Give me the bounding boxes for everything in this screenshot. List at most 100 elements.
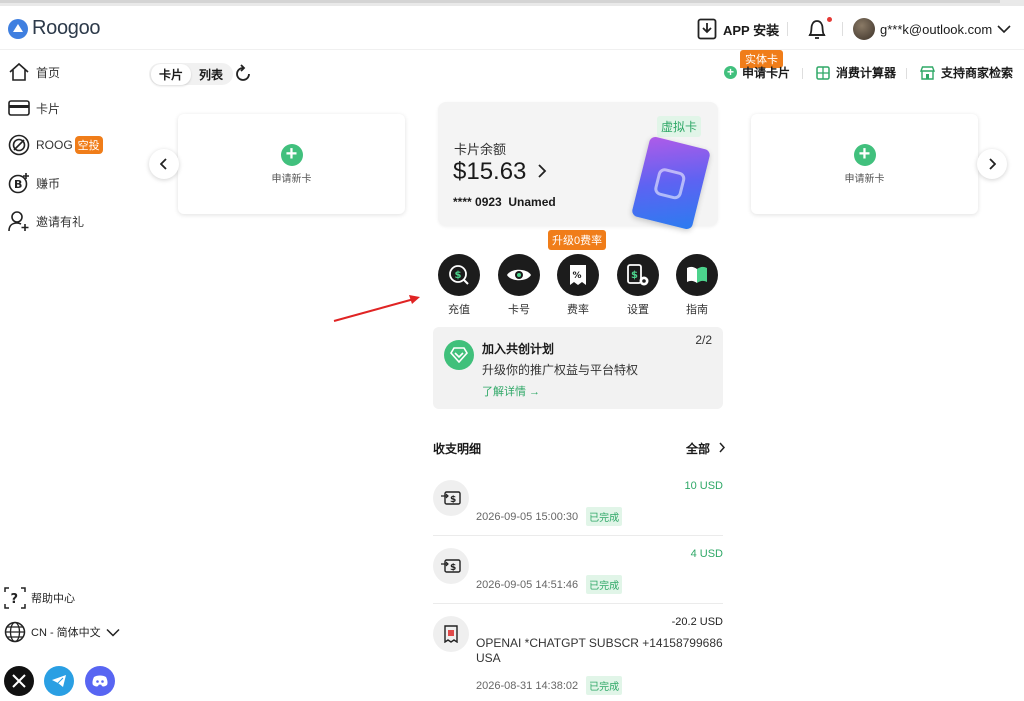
- transactions-title: 收支明细: [433, 442, 482, 456]
- co-creation-promo[interactable]: 加入共创计划 升级你的推广权益与平台特权 了解详情 → 2/2: [433, 327, 723, 409]
- settings-label: 设置: [627, 304, 649, 316]
- carousel-prev-button[interactable]: [149, 149, 179, 179]
- plus-icon: +: [853, 143, 876, 166]
- roogoo-logo[interactable]: Roogoo: [7, 17, 101, 40]
- apply-card-button[interactable]: + 申请卡片: [724, 64, 790, 81]
- transaction-amount: -20.2 USD: [671, 616, 723, 628]
- apply-card-label: 申请卡片: [742, 66, 791, 80]
- refresh-button[interactable]: [233, 64, 253, 89]
- sidebar-item-invite[interactable]: 邀请有礼: [8, 210, 84, 232]
- book-icon: [676, 254, 718, 296]
- promo-subtitle: 升级你的推广权益与平台特权: [482, 363, 639, 377]
- toggle-card-view[interactable]: 卡片: [151, 63, 192, 85]
- balance-label: 卡片余额: [454, 142, 507, 157]
- chevron-right-icon: [538, 164, 547, 178]
- carousel-next-button[interactable]: [977, 149, 1007, 179]
- help-center-link[interactable]: ? 帮助中心: [4, 587, 75, 609]
- rate-button[interactable]: % 费率: [556, 254, 600, 317]
- sidebar-item-label: 卡片: [36, 101, 61, 116]
- status-badge: 已完成: [586, 676, 623, 695]
- app-install-label: APP 安装: [723, 22, 780, 38]
- top-header: Roogoo APP 安装 g***k@outlook.com: [0, 6, 1024, 50]
- language-selector[interactable]: CN - 简体中文: [4, 621, 120, 643]
- transaction-meta: 2026-09-05 15:00:30 已完成: [476, 507, 623, 526]
- sidebar-item-label: ROOG: [36, 138, 73, 152]
- receipt-icon: [433, 616, 469, 652]
- eye-icon: [498, 254, 540, 296]
- avatar: [853, 18, 875, 40]
- transaction-row[interactable]: -20.2 USD OPENAI *CHATGPT SUBSCR +141587…: [433, 614, 723, 695]
- telegram-link[interactable]: [44, 666, 74, 696]
- action-divider: [802, 68, 803, 79]
- rate-icon: %: [557, 254, 599, 296]
- header-divider: [842, 22, 843, 36]
- toggle-list-view[interactable]: 列表: [191, 64, 231, 85]
- chevron-right-icon: [719, 442, 726, 453]
- transaction-date: 2026-09-05 14:51:46: [476, 578, 579, 591]
- user-email: g***k@outlook.com: [880, 21, 993, 37]
- card-icon: [8, 97, 30, 119]
- calculator-button[interactable]: 消费计算器: [816, 64, 896, 81]
- transaction-description: OPENAI *CHATGPT SUBSCR +14158799686 USA: [476, 636, 723, 665]
- airdrop-badge: 空投: [74, 136, 103, 154]
- transactions-all-label: 全部: [686, 442, 711, 456]
- diamond-heart-icon: [444, 340, 474, 370]
- svg-text:?: ?: [11, 592, 19, 607]
- card-number-button[interactable]: 卡号: [497, 254, 541, 317]
- x-logo-icon: [12, 674, 26, 688]
- settings-button[interactable]: $ 设置: [616, 254, 660, 317]
- transaction-date: 2026-09-05 15:00:30: [476, 510, 579, 523]
- promo-learn-more-link[interactable]: 了解详情 →: [482, 383, 540, 399]
- user-menu[interactable]: g***k@outlook.com: [853, 18, 1011, 40]
- guide-label: 指南: [686, 304, 708, 316]
- transaction-meta: 2026-08-31 14:38:02 已完成: [476, 676, 623, 695]
- svg-text:$: $: [450, 495, 456, 505]
- recharge-label: 充值: [448, 304, 470, 316]
- recharge-button[interactable]: $ 充值: [437, 254, 481, 317]
- chevron-down-icon: [997, 25, 1011, 34]
- home-icon: [8, 61, 30, 83]
- x-twitter-link[interactable]: [4, 666, 34, 696]
- promo-page-indicator: 2/2: [695, 333, 712, 347]
- sidebar-item-card[interactable]: 卡片: [8, 97, 60, 119]
- help-center-label: 帮助中心: [31, 593, 75, 605]
- divider: [433, 535, 723, 536]
- balance-amount: $15.63: [453, 158, 527, 185]
- settings-icon: $: [617, 254, 659, 296]
- transaction-row[interactable]: $ 10 USD 2026-09-05 15:00:30 已完成: [433, 478, 723, 530]
- transactions-all-link[interactable]: 全部: [686, 440, 726, 457]
- telegram-icon: [52, 675, 66, 687]
- transaction-meta: 2026-09-05 14:51:46 已完成: [476, 575, 623, 594]
- sidebar-item-earn[interactable]: B 赚币: [8, 172, 60, 194]
- logo-text: Roogoo: [32, 17, 101, 39]
- calculator-icon: [816, 65, 830, 80]
- recharge-icon: $: [438, 254, 480, 296]
- app-install-button[interactable]: APP 安装: [697, 18, 779, 40]
- download-icon: [697, 18, 717, 40]
- sidebar-item-home[interactable]: 首页: [8, 61, 60, 83]
- transaction-row[interactable]: $ 4 USD 2026-09-05 14:51:46 已完成: [433, 546, 723, 598]
- svg-text:B: B: [14, 178, 22, 191]
- virtual-card[interactable]: 虚拟卡 卡片余额 $15.63 **** 0923 Unamed: [438, 102, 718, 231]
- sidebar-item-roog[interactable]: ROOG 空投: [8, 134, 103, 156]
- apply-new-card-left[interactable]: + 申请新卡: [178, 114, 405, 214]
- bell-icon: [808, 20, 826, 39]
- plus-icon: +: [280, 143, 303, 166]
- card-holder-name: Unamed: [508, 195, 556, 209]
- transaction-amount: 10 USD: [684, 480, 723, 492]
- discord-link[interactable]: [85, 666, 115, 696]
- roogoo-logo-icon: [8, 18, 28, 39]
- merchant-search-button[interactable]: 支持商家检索: [920, 64, 1013, 81]
- chevron-down-icon: [106, 628, 120, 637]
- notification-button[interactable]: [805, 17, 832, 46]
- apply-new-card-right[interactable]: + 申请新卡: [751, 114, 978, 214]
- transaction-amount: 4 USD: [690, 548, 723, 560]
- invite-icon: [8, 210, 30, 232]
- balance-value[interactable]: $15.63: [453, 158, 547, 186]
- card-number: **** 0923 Unamed: [453, 195, 556, 209]
- view-toggle: 卡片 列表: [149, 63, 234, 85]
- header-divider: [787, 22, 788, 36]
- guide-button[interactable]: 指南: [675, 254, 719, 317]
- svg-text:$: $: [455, 270, 462, 281]
- chevron-right-icon: [989, 158, 996, 170]
